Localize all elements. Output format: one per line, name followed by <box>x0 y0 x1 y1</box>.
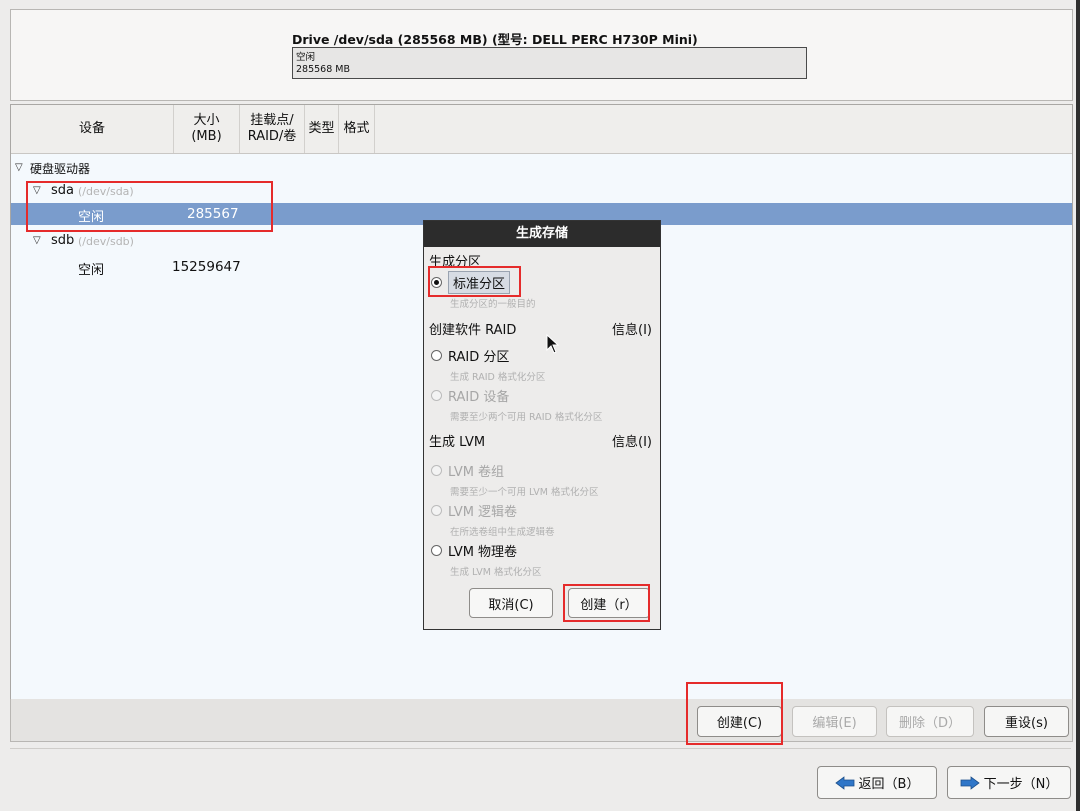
column-header-format[interactable]: 格式 <box>339 105 375 153</box>
option-description: 生成 LVM 格式化分区 <box>450 567 542 578</box>
mouse-pointer-icon <box>546 334 560 354</box>
radio-lvm-volume-group: LVM 卷组 <box>431 461 504 480</box>
section-create-partition: 生成分区 <box>429 255 482 270</box>
radio-standard-partition[interactable]: 标准分区 <box>431 271 511 294</box>
option-label: LVM 物理卷 <box>448 545 518 560</box>
option-label: 标准分区 <box>448 271 511 294</box>
column-header-type[interactable]: 类型 <box>305 105 339 153</box>
table-header: 设备 大小 (MB) 挂载点/ RAID/卷 类型 格式 <box>11 105 1072 154</box>
dialog-title: 生成存储 <box>424 221 660 247</box>
option-label: RAID 设备 <box>448 390 510 405</box>
column-header-mount[interactable]: 挂载点/ RAID/卷 <box>240 105 305 153</box>
radio-icon[interactable] <box>431 350 442 361</box>
radio-icon <box>431 465 442 476</box>
expander-down-icon[interactable]: ▽ <box>33 235 41 246</box>
drive-panel: Drive /dev/sda (285568 MB) (型号: DELL PER… <box>10 9 1073 101</box>
delete-button: 删除（D） <box>886 706 974 737</box>
radio-lvm-physical-volume[interactable]: LVM 物理卷 <box>431 541 517 560</box>
raid-info-button[interactable]: 信息(I) <box>612 319 652 338</box>
table-row-sda[interactable]: ▽ sda (/dev/sda) <box>11 180 1072 202</box>
section-software-raid: 创建软件 RAID <box>429 323 517 338</box>
free-label: 空闲 <box>78 210 105 225</box>
radio-raid-partition[interactable]: RAID 分区 <box>431 346 509 365</box>
device-path: (/dev/sda) <box>78 185 134 198</box>
window-edge <box>1076 0 1080 811</box>
section-create-lvm: 生成 LVM <box>429 435 486 450</box>
expander-down-icon[interactable]: ▽ <box>15 162 23 173</box>
expander-down-icon[interactable]: ▽ <box>33 185 41 196</box>
radio-selected-icon[interactable] <box>431 277 442 288</box>
arrow-left-icon <box>834 775 854 790</box>
free-label: 空闲 <box>78 263 105 278</box>
radio-icon <box>431 505 442 516</box>
back-label: 返回（B） <box>858 777 920 792</box>
next-label: 下一步（N） <box>983 777 1059 792</box>
radio-icon <box>431 390 442 401</box>
drive-bar-label: 空闲 <box>296 52 316 63</box>
divider <box>10 748 1071 749</box>
radio-lvm-logical-volume: LVM 逻辑卷 <box>431 501 517 520</box>
free-size: 285567 <box>187 206 239 222</box>
option-description: 需要至少一个可用 LVM 格式化分区 <box>450 487 599 498</box>
edit-button: 编辑(E) <box>792 706 877 737</box>
device-name: sda <box>51 183 74 198</box>
option-label: RAID 分区 <box>448 350 510 365</box>
create-storage-dialog: 生成存储 生成分区 标准分区 生成分区的一般目的 创建软件 RAID 信息(I)… <box>423 220 661 630</box>
dialog-cancel-button[interactable]: 取消(C) <box>469 588 553 618</box>
drive-title: Drive /dev/sda (285568 MB) (型号: DELL PER… <box>292 32 698 47</box>
create-button[interactable]: 创建(C) <box>697 706 782 737</box>
option-description: 需要至少两个可用 RAID 格式化分区 <box>450 412 603 423</box>
table-row-hard-drives[interactable]: ▽ 硬盘驱动器 <box>11 157 1072 179</box>
radio-raid-device: RAID 设备 <box>431 386 509 405</box>
free-size: 15259647 <box>172 259 241 275</box>
column-header-size[interactable]: 大小 (MB) <box>174 105 240 153</box>
option-description: 在所选卷组中生成逻辑卷 <box>450 527 555 538</box>
drive-bar-size: 285568 MB <box>296 64 350 75</box>
column-header-device[interactable]: 设备 <box>11 105 174 153</box>
option-description: 生成 RAID 格式化分区 <box>450 372 546 383</box>
radio-icon[interactable] <box>431 545 442 556</box>
drive-free-space-bar[interactable]: 空闲 285568 MB <box>292 47 807 79</box>
group-label: 硬盘驱动器 <box>30 162 91 176</box>
option-description: 生成分区的一般目的 <box>450 299 536 310</box>
reset-button[interactable]: 重设(s) <box>984 706 1069 737</box>
device-path: (/dev/sdb) <box>78 235 134 248</box>
lvm-info-button[interactable]: 信息(I) <box>612 431 652 450</box>
option-label: LVM 逻辑卷 <box>448 505 518 520</box>
back-button[interactable]: 返回（B） <box>817 766 937 799</box>
next-button[interactable]: 下一步（N） <box>947 766 1071 799</box>
option-label: LVM 卷组 <box>448 465 505 480</box>
arrow-right-icon <box>960 775 980 790</box>
dialog-create-button[interactable]: 创建（r） <box>568 588 650 618</box>
device-name: sdb <box>51 233 75 248</box>
